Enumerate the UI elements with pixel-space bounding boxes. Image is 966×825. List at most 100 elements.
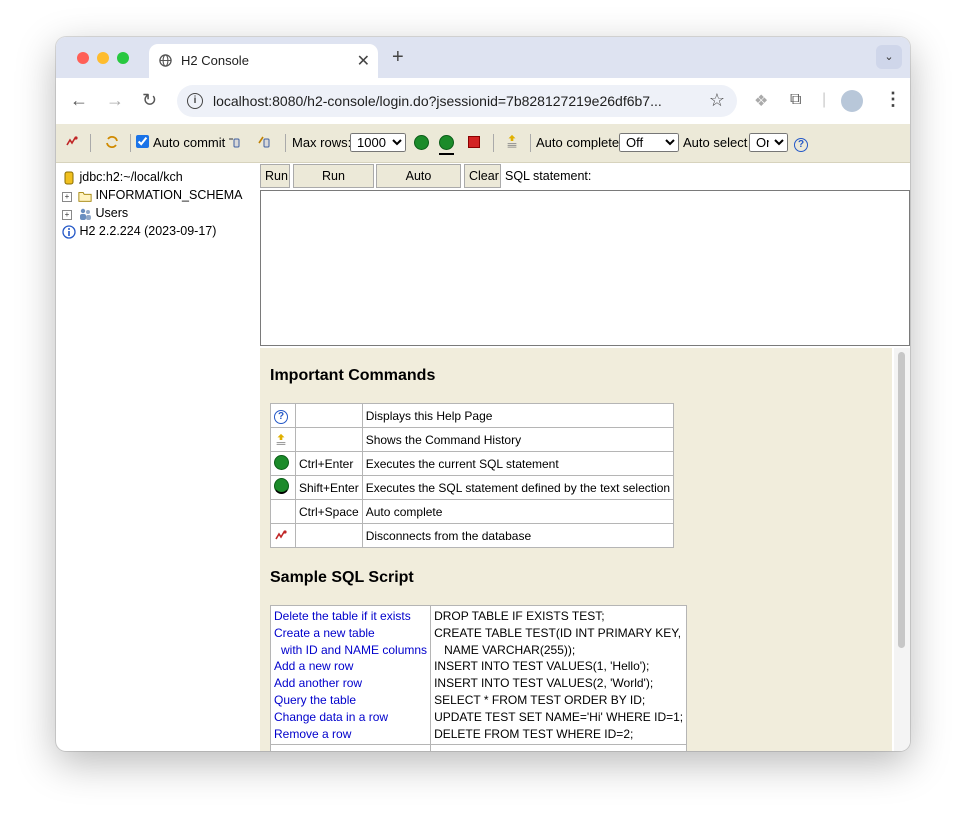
disconnect-icon[interactable] xyxy=(65,133,79,149)
close-window-button[interactable] xyxy=(77,52,89,64)
toolbar-divider xyxy=(285,134,286,152)
auto-commit-label: Auto commit xyxy=(153,135,226,150)
maximize-window-button[interactable] xyxy=(117,52,129,64)
reload-icon[interactable]: ↻ xyxy=(142,90,157,111)
sample-sql: SELECT * FROM TEST ORDER BY ID; xyxy=(434,692,646,707)
extension-icon[interactable]: ❖ xyxy=(754,91,768,111)
table-row: Shows the Command History xyxy=(270,427,675,452)
url-text[interactable]: localhost:8080/h2-console/login.do?jsess… xyxy=(213,93,662,109)
minimize-window-button[interactable] xyxy=(97,52,109,64)
refresh-icon[interactable] xyxy=(105,133,119,149)
info-icon xyxy=(62,225,76,239)
run-icon xyxy=(274,454,289,470)
sample-script-title: Sample SQL Script xyxy=(270,569,414,586)
bookmark-star-icon[interactable]: ☆ xyxy=(709,90,725,111)
expand-plus-icon[interactable]: + xyxy=(62,192,72,202)
tree-item-version: H2 2.2.224 (2023-09-17) xyxy=(62,224,216,239)
sample-link[interactable]: Add another row xyxy=(274,675,427,692)
sample-link[interactable]: Create a new table xyxy=(274,625,427,642)
sql-statement-label: SQL statement: xyxy=(505,169,592,183)
clear-button[interactable]: Clear xyxy=(464,164,501,188)
toolbar-divider xyxy=(493,134,494,152)
run-selected-button[interactable]: Run Selected xyxy=(293,164,374,205)
folder-icon xyxy=(78,191,92,202)
sample-sql: UPDATE TEST SET NAME='Hi' WHERE ID=1; xyxy=(434,709,684,724)
table-row: Ctrl+Space Auto complete xyxy=(270,499,675,524)
sample-sql: DELETE FROM TEST WHERE ID=2; xyxy=(434,726,634,741)
stop-icon[interactable] xyxy=(468,136,480,151)
sample-link[interactable]: Query the table xyxy=(274,692,427,709)
browser-window: H2 Console ✕ + ⌄ ← → ↻ i localhost:8080/… xyxy=(56,37,910,751)
auto-commit-checkbox[interactable] xyxy=(136,135,149,148)
sample-link[interactable]: Delete the table if it exists xyxy=(274,608,427,625)
max-rows-select[interactable]: 1000 xyxy=(350,133,406,152)
help-scrollbar[interactable] xyxy=(894,348,910,751)
close-tab-icon[interactable]: ✕ xyxy=(357,51,370,71)
globe-icon xyxy=(159,54,172,67)
profile-avatar[interactable] xyxy=(841,90,863,112)
menu-kebab-icon[interactable]: ⋮ xyxy=(884,89,902,110)
history-icon xyxy=(276,433,286,445)
users-icon xyxy=(80,208,91,220)
help-icon: ? xyxy=(274,409,288,424)
run-selected-icon[interactable] xyxy=(439,135,454,155)
browser-tab[interactable]: H2 Console ✕ xyxy=(149,44,378,78)
sample-sql: DROP TABLE IF EXISTS TEST; xyxy=(434,609,605,623)
table-row: Disconnects from the database xyxy=(270,523,675,548)
h2-toolbar: Auto commit Max rows: 1000 Auto complete… xyxy=(56,124,910,163)
auto-select-label: Auto select xyxy=(683,135,748,150)
sample-link[interactable]: with ID and NAME columns xyxy=(274,642,427,659)
sample-sql: CREATE TABLE TEST(ID INT PRIMARY KEY, xyxy=(434,625,682,640)
run-icon[interactable] xyxy=(414,135,429,153)
address-bar[interactable]: i localhost:8080/h2-console/login.do?jse… xyxy=(177,85,737,117)
sample-sql: NAME VARCHAR(255)); xyxy=(444,642,576,657)
max-rows-label: Max rows: xyxy=(292,135,352,150)
help-icon[interactable]: ? xyxy=(794,135,808,152)
toolbar-separator: | xyxy=(822,91,827,108)
commands-table: ? Displays this Help Page Shows the Comm… xyxy=(270,403,675,548)
important-commands-title: Important Commands xyxy=(270,367,436,384)
tab-strip: H2 Console ✕ + ⌄ xyxy=(56,37,910,78)
tab-search-button[interactable]: ⌄ xyxy=(876,45,902,69)
expand-plus-icon[interactable]: + xyxy=(62,210,72,220)
rollback-icon[interactable] xyxy=(227,133,241,149)
toolbar-divider xyxy=(530,134,531,152)
connection-label: jdbc:h2:~/local/kch xyxy=(79,170,183,184)
sample-link[interactable]: Add a new row xyxy=(274,658,427,675)
auto-complete-select[interactable]: Off xyxy=(619,133,679,152)
tab-title: H2 Console xyxy=(181,53,249,68)
new-tab-button[interactable]: + xyxy=(392,46,404,69)
run-button[interactable]: Run xyxy=(260,164,290,188)
tree-item-information-schema[interactable]: + INFORMATION_SCHEMA xyxy=(62,188,242,203)
disconnect-icon xyxy=(275,530,287,540)
database-icon xyxy=(64,171,74,185)
schema-label: INFORMATION_SCHEMA xyxy=(95,188,243,202)
sample-sql: INSERT INTO TEST VALUES(2, 'World'); xyxy=(434,676,654,691)
tree-item-users[interactable]: + Users xyxy=(62,206,128,221)
table-row xyxy=(269,744,688,751)
history-icon[interactable] xyxy=(505,132,519,148)
sample-link[interactable]: Remove a row xyxy=(274,726,427,743)
table-row: Delete the table if it exists Create a n… xyxy=(269,604,688,746)
commit-icon[interactable] xyxy=(257,133,271,149)
toolbar-divider xyxy=(90,134,91,152)
table-row: Shift+Enter Executes the SQL statement d… xyxy=(270,475,675,500)
forward-arrow-icon[interactable]: → xyxy=(106,90,124,111)
sample-link[interactable]: Change data in a row xyxy=(274,709,427,726)
help-panel: Important Commands ? Displays this Help … xyxy=(260,348,892,751)
site-info-icon[interactable]: i xyxy=(187,93,203,109)
puzzle-extensions-icon[interactable]: ⧉ xyxy=(790,91,801,109)
back-arrow-icon[interactable]: ← xyxy=(70,90,88,111)
version-label: H2 2.2.224 (2023-09-17) xyxy=(79,224,217,238)
sample-script-table: Delete the table if it exists Create a n… xyxy=(269,604,688,751)
users-label: Users xyxy=(95,206,129,220)
tree-item-connection[interactable]: jdbc:h2:~/local/kch xyxy=(62,170,183,185)
auto-select-select[interactable]: On xyxy=(749,133,788,152)
sql-input[interactable] xyxy=(260,190,910,346)
auto-complete-button[interactable]: Auto complete xyxy=(376,164,461,205)
run-selected-icon xyxy=(274,478,289,494)
auto-complete-label: Auto complete xyxy=(536,135,620,150)
table-row: ? Displays this Help Page xyxy=(270,403,675,428)
scrollbar-thumb[interactable] xyxy=(898,352,905,648)
toolbar-divider xyxy=(130,134,131,152)
